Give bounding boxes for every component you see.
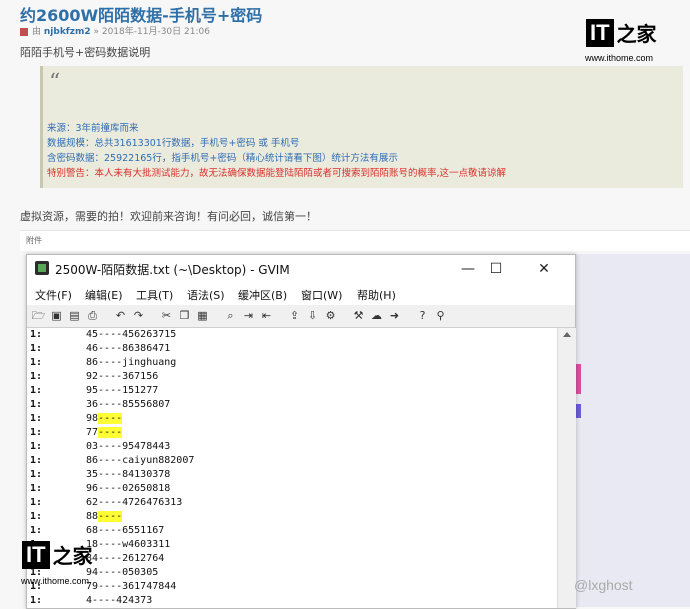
weibo-watermark: @lxghost <box>574 577 633 593</box>
text-line: 1: 62----4726476313 <box>30 497 183 508</box>
post-date: » 2018年-11月-30日 21:06 <box>93 27 210 37</box>
search-highlight: ---- <box>98 413 123 424</box>
menu-file[interactable]: 文件(F) <box>35 287 72 303</box>
toolbar: 🗁 ▣ ▤ ⎙ ↶ ↷ ✂ ❐ ▦ ⌕ ⇥ ⇤ ⇪ ⇩ ⚙ ⚒ ☁ ➜ ? ⚲ <box>27 305 575 328</box>
text-line: 1: 36----85556807 <box>30 399 171 410</box>
text-line: 1: 92----367156 <box>30 371 159 382</box>
post-subtitle: 陌陌手机号+密码数据说明 <box>20 46 151 59</box>
text-line: 1: 46----86386471 <box>30 343 171 354</box>
help-icon[interactable]: ? <box>415 308 430 323</box>
text-line: 1: 95----151277 <box>30 385 159 396</box>
load-session-icon[interactable]: ⇪ <box>287 308 302 323</box>
text-line-highlighted: 1: 98---- <box>30 413 123 424</box>
menu-edit[interactable]: 编辑(E) <box>85 287 123 303</box>
find-help-icon[interactable]: ⚲ <box>433 308 448 323</box>
menu-help[interactable]: 帮助(H) <box>357 287 396 303</box>
desktop-background <box>575 254 690 607</box>
vertical-scrollbar[interactable] <box>557 328 576 608</box>
undo-icon[interactable]: ↶ <box>113 308 128 323</box>
ithome-logo-bottom: IT 之家 <box>22 540 93 569</box>
gvim-window: 2500W-陌陌数据.txt (~\Desktop) - GVIM — ☐ ✕ … <box>26 254 576 609</box>
window-title: 2500W-陌陌数据.txt (~\Desktop) - GVIM <box>55 263 290 277</box>
print-icon[interactable]: ⎙ <box>85 308 100 323</box>
text-line: 1: 03----95478443 <box>30 441 171 452</box>
post-meta: 由 njbkfzm2 » 2018年-11月-30日 21:06 <box>20 24 210 37</box>
find-icon[interactable]: ⌕ <box>223 308 238 323</box>
menu-window[interactable]: 窗口(W) <box>301 287 342 303</box>
logo-it-bottom: IT <box>22 540 50 569</box>
find-next-icon[interactable]: ⇥ <box>241 308 256 323</box>
find-prev-icon[interactable]: ⇤ <box>259 308 274 323</box>
quote-block: “ 来源：3年前撞库而来 数据规模：总共31613301行数据，手机号+密码 或… <box>40 66 683 188</box>
attachment-label: 附件 <box>26 236 42 245</box>
attachment-bar: 附件 <box>20 230 690 251</box>
text-line: 1: 4----424373 <box>30 595 153 606</box>
editor-text-area[interactable]: 1: 45----456263715 1: 46----86386471 1: 86-… <box>27 328 557 608</box>
menu-syntax[interactable]: 语法(S) <box>187 287 225 303</box>
quote-line-warning: 特别警告：本人未有大批测试能力，故无法确保数据能登陆陌陌或者可搜索到陌陌账号的概… <box>47 168 507 179</box>
text-line: 1: 45----456263715 <box>30 329 177 340</box>
post-title[interactable]: 约2600W陌陌数据-手机号+密码 <box>20 2 262 26</box>
save-all-icon[interactable]: ▤ <box>67 308 82 323</box>
quote-line-password-data: 含密码数据：25922165行，指手机号+密码（精心统计请看下图）统计方法有展示 <box>47 153 398 164</box>
text-line: 1: 96----02650818 <box>30 483 171 494</box>
quote-line-scale: 数据规模：总共31613301行数据，手机号+密码 或 手机号 <box>47 138 300 149</box>
open-icon[interactable]: 🗁 <box>31 308 46 323</box>
promo-text: 虚拟资源，需要的拍！欢迎前来咨询！有问必回，诚信第一！ <box>20 210 317 223</box>
minimize-button[interactable]: — <box>455 258 481 280</box>
quote-mark-icon: “ <box>49 70 61 95</box>
tag-jump-icon[interactable]: ➜ <box>387 308 402 323</box>
menubar: 文件(F) 编辑(E) 工具(T) 语法(S) 缓冲区(B) 窗口(W) 帮助(… <box>27 284 575 304</box>
logo-zh-bottom: 之家 <box>52 544 93 568</box>
text-line: 1: 86----caiyun882007 <box>30 455 195 466</box>
save-session-icon[interactable]: ⇩ <box>305 308 320 323</box>
post-icon <box>20 27 28 36</box>
copy-icon[interactable]: ❐ <box>177 308 192 323</box>
maximize-button[interactable]: ☐ <box>483 258 509 280</box>
redo-icon[interactable]: ↷ <box>131 308 146 323</box>
logo-it: IT <box>586 18 614 47</box>
gvim-app-icon <box>35 261 49 275</box>
logo-zh: 之家 <box>616 22 657 46</box>
search-highlight: ---- <box>98 511 123 522</box>
paste-icon[interactable]: ▦ <box>195 308 210 323</box>
run-script-icon[interactable]: ⚙ <box>323 308 338 323</box>
text-line-highlighted: 1: 88---- <box>30 511 123 522</box>
close-button[interactable]: ✕ <box>531 258 557 280</box>
logo-url-bottom: www.ithome.com <box>21 576 90 586</box>
quote-line-source: 来源：3年前撞库而来 <box>47 123 139 134</box>
author-link[interactable]: njbkfzm2 <box>44 27 91 37</box>
logo-url: www.ithome.com <box>585 53 654 63</box>
text-line: 1: 68----6551167 <box>30 525 165 536</box>
text-line: 1: 35----84130378 <box>30 469 171 480</box>
ithome-logo: IT 之家 <box>586 18 657 47</box>
cut-icon[interactable]: ✂ <box>159 308 174 323</box>
search-highlight: ---- <box>98 427 123 438</box>
text-line-highlighted: 1: 77---- <box>30 427 123 438</box>
shell-icon[interactable]: ☁ <box>369 308 384 323</box>
make-icon[interactable]: ⚒ <box>351 308 366 323</box>
menu-tools[interactable]: 工具(T) <box>136 287 173 303</box>
window-titlebar[interactable]: 2500W-陌陌数据.txt (~\Desktop) - GVIM — ☐ ✕ <box>27 255 575 283</box>
scroll-up-icon[interactable] <box>563 332 571 337</box>
text-line: 1: 86----jinghuang <box>30 357 177 368</box>
save-icon[interactable]: ▣ <box>49 308 64 323</box>
meta-prefix: 由 <box>32 27 42 37</box>
menu-buffers[interactable]: 缓冲区(B) <box>238 287 287 303</box>
